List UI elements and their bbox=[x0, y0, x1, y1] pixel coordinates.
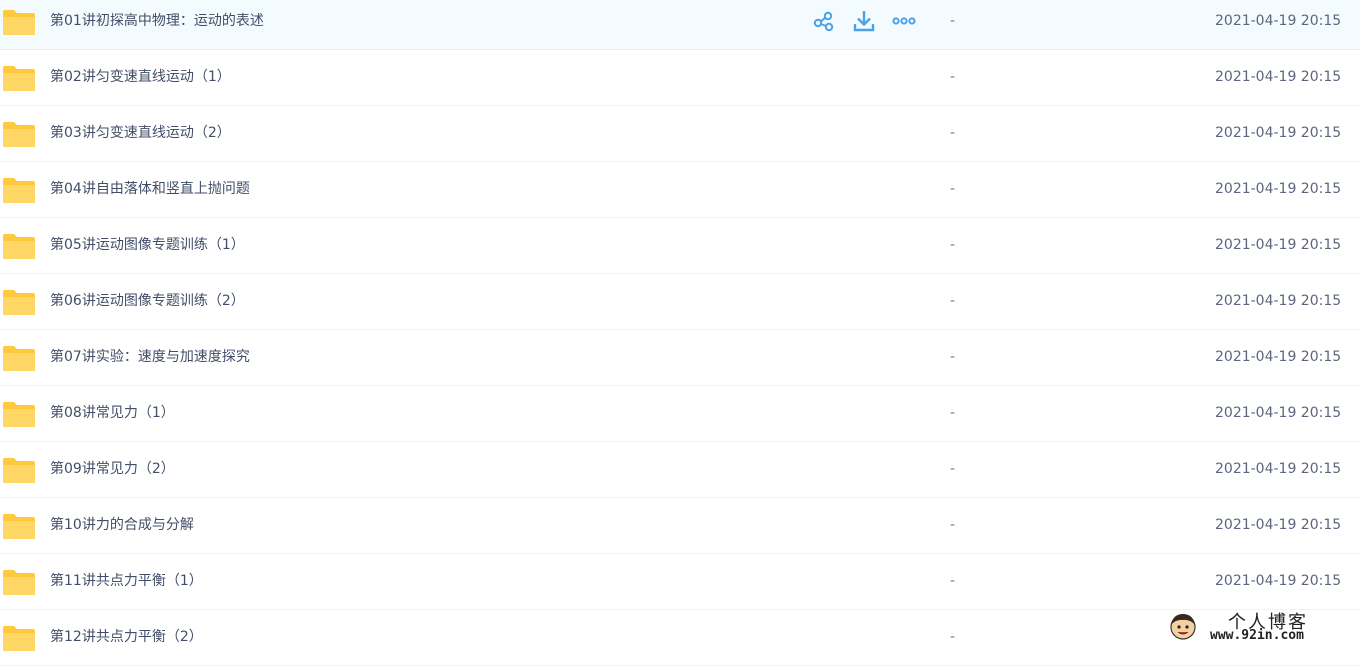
file-size: - bbox=[950, 461, 956, 477]
file-row[interactable]: 第07讲实验：速度与加速度探究 - 2021-04-19 20:15 bbox=[0, 330, 1360, 386]
file-date: 2021-04-19 20:15 bbox=[1215, 405, 1342, 421]
folder-icon bbox=[3, 178, 35, 203]
watermark: 个人博客 www.92in.com bbox=[1166, 608, 1346, 648]
file-name[interactable]: 第04讲自由落体和竖直上抛问题 bbox=[50, 162, 250, 217]
file-size: - bbox=[950, 181, 956, 197]
file-name[interactable]: 第03讲匀变速直线运动（2） bbox=[50, 106, 231, 161]
file-row[interactable]: 第01讲初探高中物理：运动的表述 - 2021-04-19 20:15 bbox=[0, 0, 1360, 50]
file-name[interactable]: 第07讲实验：速度与加速度探究 bbox=[50, 330, 250, 385]
file-name[interactable]: 第12讲共点力平衡（2） bbox=[50, 610, 203, 665]
file-name[interactable]: 第11讲共点力平衡（1） bbox=[50, 554, 203, 609]
folder-icon bbox=[3, 290, 35, 315]
file-size: - bbox=[950, 13, 956, 29]
folder-icon bbox=[3, 234, 35, 259]
file-date: 2021-04-19 20:15 bbox=[1215, 349, 1342, 365]
file-row[interactable]: 第09讲常见力（2） - 2021-04-19 20:15 bbox=[0, 442, 1360, 498]
file-row[interactable]: 第10讲力的合成与分解 - 2021-04-19 20:15 bbox=[0, 498, 1360, 554]
file-name[interactable]: 第08讲常见力（1） bbox=[50, 386, 175, 441]
file-row[interactable]: 第12讲共点力平衡（2） - bbox=[0, 610, 1360, 666]
folder-icon bbox=[3, 514, 35, 539]
file-row[interactable]: 第06讲运动图像专题训练（2） - 2021-04-19 20:15 bbox=[0, 274, 1360, 330]
file-date: 2021-04-19 20:15 bbox=[1215, 125, 1342, 141]
file-row[interactable]: 第03讲匀变速直线运动（2） - 2021-04-19 20:15 bbox=[0, 106, 1360, 162]
folder-icon bbox=[3, 402, 35, 427]
file-size: - bbox=[950, 405, 956, 421]
file-row[interactable]: 第11讲共点力平衡（1） - 2021-04-19 20:15 bbox=[0, 554, 1360, 610]
file-date: 2021-04-19 20:15 bbox=[1215, 13, 1342, 29]
file-date: 2021-04-19 20:15 bbox=[1215, 293, 1342, 309]
folder-icon bbox=[3, 346, 35, 371]
file-size: - bbox=[950, 573, 956, 589]
file-size: - bbox=[950, 237, 956, 253]
file-row[interactable]: 第02讲匀变速直线运动（1） - 2021-04-19 20:15 bbox=[0, 50, 1360, 106]
file-date: 2021-04-19 20:15 bbox=[1215, 69, 1342, 85]
file-date: 2021-04-19 20:15 bbox=[1215, 517, 1342, 533]
folder-icon bbox=[3, 570, 35, 595]
folder-icon bbox=[3, 10, 35, 35]
file-name[interactable]: 第10讲力的合成与分解 bbox=[50, 498, 194, 553]
folder-icon bbox=[3, 66, 35, 91]
file-name[interactable]: 第06讲运动图像专题训练（2） bbox=[50, 274, 245, 329]
file-row[interactable]: 第05讲运动图像专题训练（1） - 2021-04-19 20:15 bbox=[0, 218, 1360, 274]
file-date: 2021-04-19 20:15 bbox=[1215, 237, 1342, 253]
more-icon[interactable] bbox=[892, 9, 916, 33]
file-date: 2021-04-19 20:15 bbox=[1215, 181, 1342, 197]
file-row[interactable]: 第08讲常见力（1） - 2021-04-19 20:15 bbox=[0, 386, 1360, 442]
folder-icon bbox=[3, 122, 35, 147]
avatar-icon bbox=[1170, 614, 1196, 640]
folder-icon bbox=[3, 626, 35, 651]
file-size: - bbox=[950, 517, 956, 533]
file-name[interactable]: 第01讲初探高中物理：运动的表述 bbox=[50, 0, 264, 49]
folder-icon bbox=[3, 458, 35, 483]
watermark-url: www.92in.com bbox=[1210, 628, 1304, 643]
file-name[interactable]: 第02讲匀变速直线运动（1） bbox=[50, 50, 231, 105]
file-name[interactable]: 第09讲常见力（2） bbox=[50, 442, 175, 497]
file-row[interactable]: 第04讲自由落体和竖直上抛问题 - 2021-04-19 20:15 bbox=[0, 162, 1360, 218]
file-size: - bbox=[950, 293, 956, 309]
file-size: - bbox=[950, 629, 956, 645]
file-size: - bbox=[950, 125, 956, 141]
file-name[interactable]: 第05讲运动图像专题训练（1） bbox=[50, 218, 245, 273]
download-icon[interactable] bbox=[852, 9, 876, 33]
file-list: 第01讲初探高中物理：运动的表述 - 2021-04-19 20:15 第02讲… bbox=[0, 0, 1360, 666]
share-icon[interactable] bbox=[812, 9, 836, 33]
file-size: - bbox=[950, 69, 956, 85]
file-date: 2021-04-19 20:15 bbox=[1215, 461, 1342, 477]
file-date: 2021-04-19 20:15 bbox=[1215, 573, 1342, 589]
file-size: - bbox=[950, 349, 956, 365]
